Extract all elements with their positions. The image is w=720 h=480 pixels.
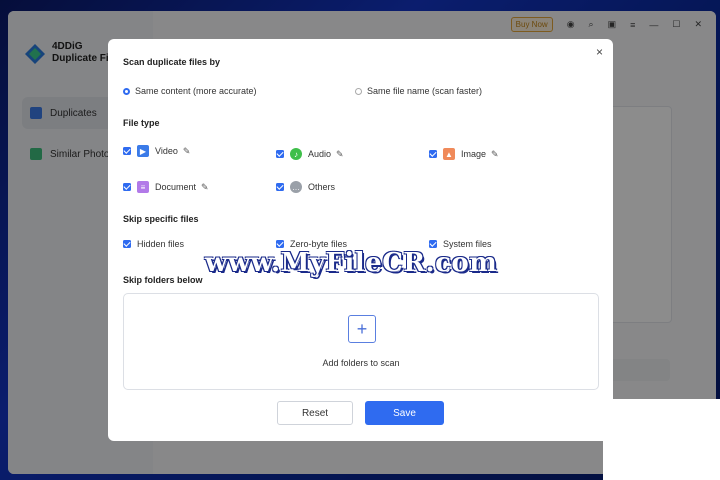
scan-option-label: Same file name (scan faster) [367, 86, 483, 96]
scan-option-filename[interactable]: Same file name (scan faster) [355, 86, 482, 96]
zero-byte-checkbox[interactable] [276, 240, 284, 248]
save-button[interactable]: Save [365, 401, 444, 425]
scan-option-content[interactable]: Same content (more accurate) [123, 86, 257, 96]
others-icon: … [290, 181, 302, 193]
scan-settings-dialog: × Scan duplicate files by Same content (… [108, 39, 613, 441]
file-type-audio[interactable]: ♪ Audio ✎ [276, 148, 344, 160]
corner-overlay [603, 399, 720, 480]
file-type-label: Others [308, 182, 336, 192]
skip-hidden-files[interactable]: Hidden files [123, 239, 184, 249]
skip-files-title: Skip specific files [123, 214, 199, 224]
add-folder-plus-icon[interactable]: + [348, 315, 376, 343]
edit-icon[interactable]: ✎ [336, 149, 344, 160]
video-icon: ▶ [137, 145, 149, 157]
image-icon: ▲ [443, 148, 455, 160]
file-type-label: Video [155, 146, 178, 156]
file-type-label: Document [155, 182, 197, 192]
file-type-label: Image [461, 149, 487, 159]
close-icon[interactable]: × [596, 45, 603, 59]
audio-checkbox[interactable] [276, 150, 284, 158]
watermark-text: www.MyFileCR.com [205, 248, 498, 278]
radio-selected[interactable] [123, 87, 130, 95]
edit-icon[interactable]: ✎ [491, 149, 499, 160]
add-folders-dropzone[interactable]: + Add folders to scan [123, 293, 599, 390]
scan-option-label: Same content (more accurate) [135, 86, 257, 96]
radio-unselected[interactable] [355, 87, 362, 95]
file-type-others[interactable]: … Others [276, 181, 335, 193]
hidden-files-checkbox[interactable] [123, 240, 131, 248]
file-type-image[interactable]: ▲ Image ✎ [429, 148, 499, 160]
add-folders-label: Add folders to scan [322, 358, 400, 368]
video-checkbox[interactable] [123, 147, 131, 155]
edit-icon[interactable]: ✎ [201, 182, 209, 193]
system-files-checkbox[interactable] [429, 240, 437, 248]
skip-option-label: Hidden files [137, 239, 185, 249]
others-checkbox[interactable] [276, 183, 284, 191]
image-checkbox[interactable] [429, 150, 437, 158]
edit-icon[interactable]: ✎ [183, 146, 191, 157]
document-icon: ≡ [137, 181, 149, 193]
audio-icon: ♪ [290, 148, 302, 160]
scan-by-title: Scan duplicate files by [123, 57, 221, 67]
file-type-label: Audio [308, 149, 332, 159]
file-type-video[interactable]: ▶ Video ✎ [123, 145, 190, 157]
reset-button[interactable]: Reset [277, 401, 353, 425]
skip-folders-title: Skip folders below [123, 275, 203, 285]
file-type-title: File type [123, 118, 160, 128]
document-checkbox[interactable] [123, 183, 131, 191]
file-type-document[interactable]: ≡ Document ✎ [123, 181, 209, 193]
